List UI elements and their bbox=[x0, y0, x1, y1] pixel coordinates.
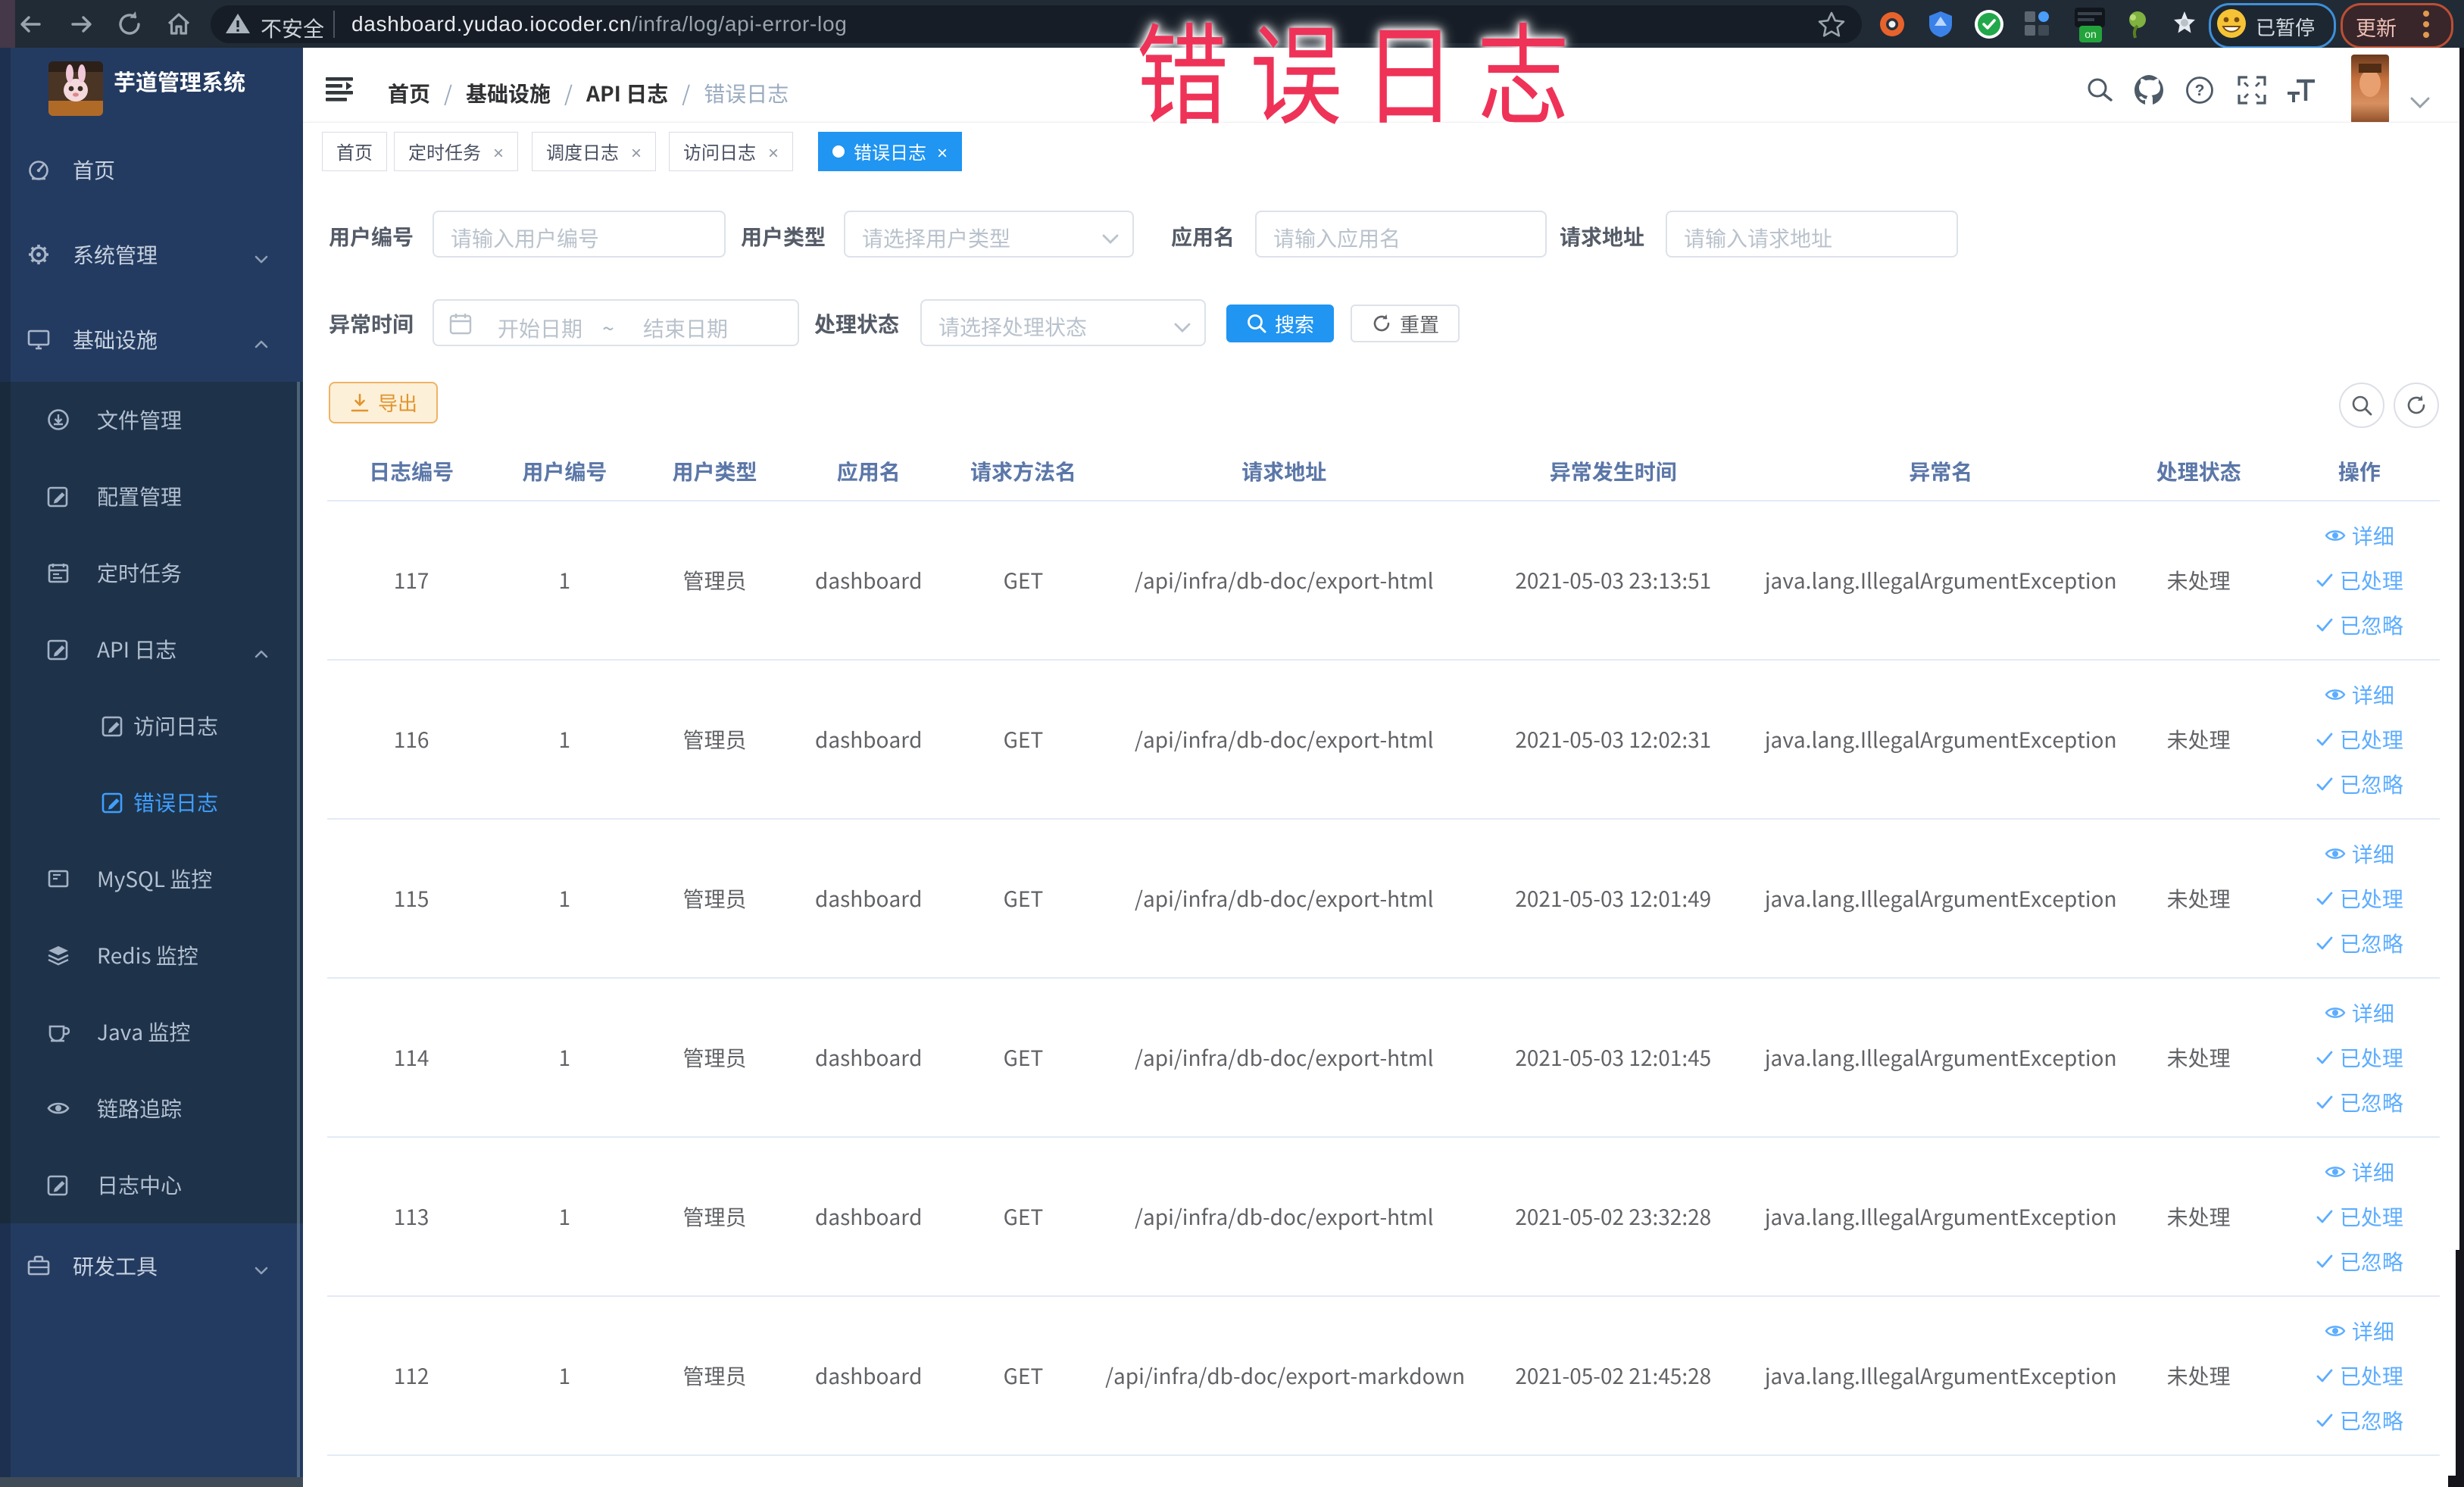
svg-text:on: on bbox=[2085, 28, 2097, 40]
svg-text:?: ? bbox=[2195, 82, 2205, 99]
